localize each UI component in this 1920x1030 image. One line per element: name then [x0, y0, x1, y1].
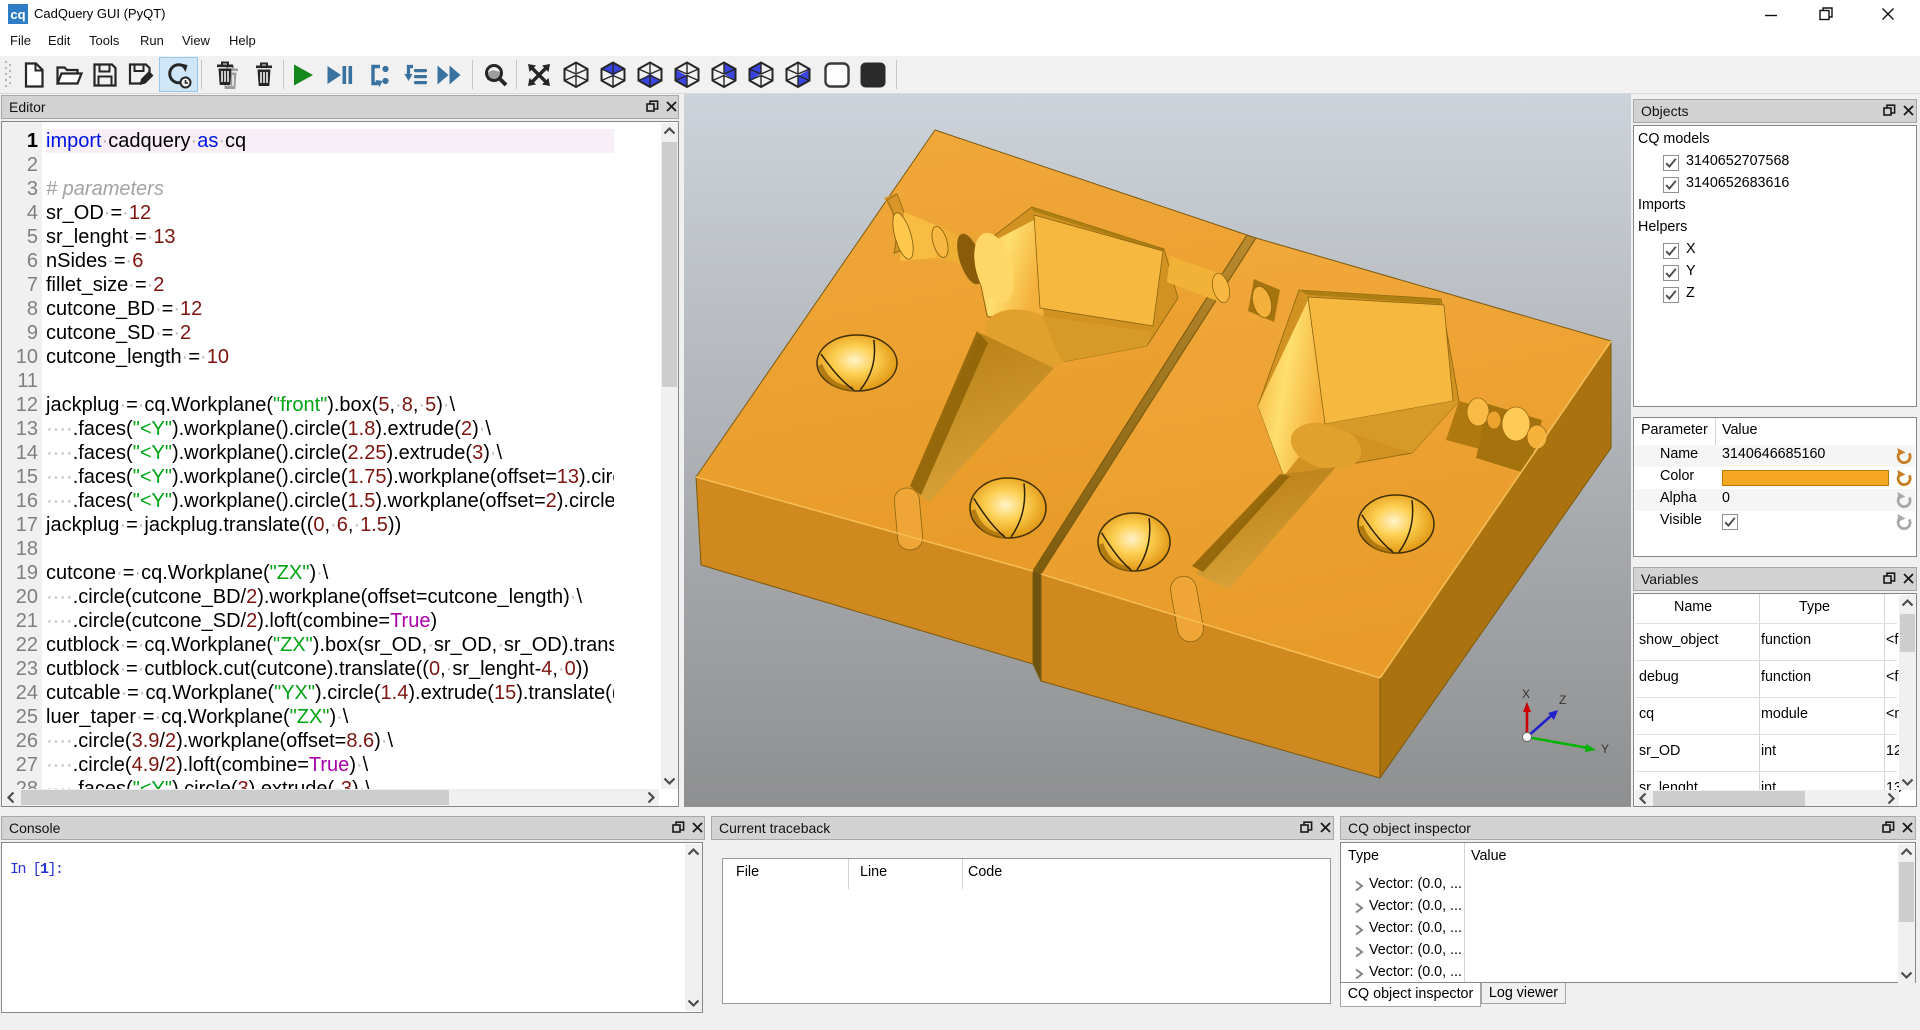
svg-text:X: X: [1522, 687, 1530, 701]
svg-text:Y: Y: [1601, 742, 1609, 756]
svg-text:cq: cq: [10, 7, 25, 22]
svg-text:Z: Z: [1559, 693, 1566, 707]
